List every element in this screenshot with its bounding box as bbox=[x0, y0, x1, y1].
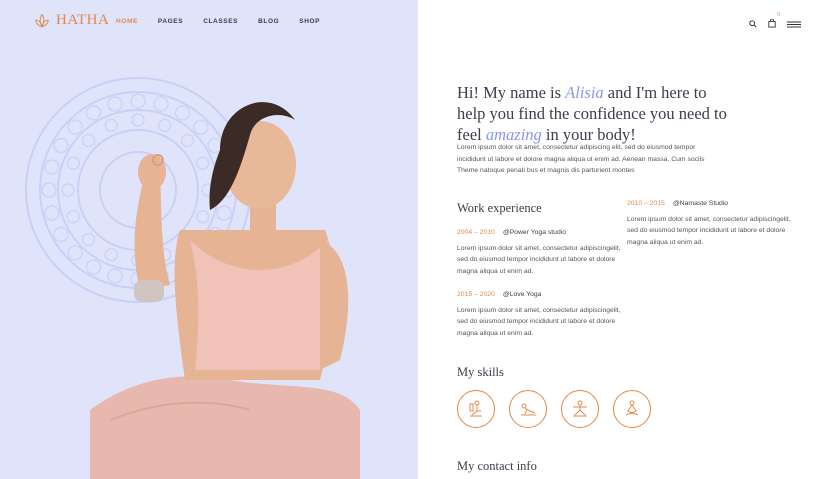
cart-button[interactable]: 0 bbox=[768, 12, 780, 33]
skills-list bbox=[457, 390, 651, 428]
experience-years: 2015 – 2020 bbox=[457, 291, 495, 298]
yoga-pose-meditation-icon bbox=[625, 400, 639, 416]
contact-info-title: My contact info bbox=[457, 459, 537, 473]
nav-item-classes[interactable]: CLASSES bbox=[203, 18, 238, 25]
yoga-pose-stretch-icon bbox=[521, 403, 536, 416]
bag-icon bbox=[768, 18, 776, 28]
hero-image-panel: HATHA HOME PAGES CLASSES BLOG SHOP bbox=[0, 0, 418, 479]
nav-item-home[interactable]: HOME bbox=[116, 18, 138, 25]
cart-count-badge: 0 bbox=[777, 12, 780, 18]
intro-text-part: Hi! My name is bbox=[457, 83, 566, 102]
yoga-pose-seated-icon bbox=[469, 400, 482, 417]
brand-logo[interactable]: HATHA bbox=[34, 12, 109, 29]
experience-place: @Namaste Studio bbox=[672, 200, 729, 207]
nav-item-shop[interactable]: SHOP bbox=[299, 18, 320, 25]
lotus-icon bbox=[34, 13, 50, 28]
work-experience-title: Work experience bbox=[457, 201, 542, 215]
skill-item[interactable] bbox=[561, 390, 599, 428]
experience-item: 2010 – 2015 @Namaste Studio Lorem ipsum d… bbox=[627, 198, 797, 248]
yoga-pose-warrior-icon bbox=[573, 400, 587, 417]
skill-item[interactable] bbox=[457, 390, 495, 428]
experience-item: 2004 – 2010 @Power Yoga studio Lorem ipsu… bbox=[457, 227, 627, 277]
skill-item[interactable] bbox=[509, 390, 547, 428]
search-icon[interactable] bbox=[749, 15, 757, 33]
experience-years: 2004 – 2010 bbox=[457, 229, 495, 236]
intro-description: Lorem ipsum dolor sit amet, consectetur … bbox=[457, 144, 705, 174]
profile-panel: 0 Hi! My name is Alisia and I'm here to … bbox=[418, 0, 835, 479]
experience-text: Lorem ipsum dolor sit amet, consectetur … bbox=[457, 306, 621, 337]
skill-item[interactable] bbox=[613, 390, 651, 428]
main-nav: HOME PAGES CLASSES BLOG SHOP bbox=[116, 18, 320, 25]
nav-item-blog[interactable]: BLOG bbox=[258, 18, 279, 25]
experience-text: Lorem ipsum dolor sit amet, consectetur … bbox=[627, 215, 791, 246]
hamburger-icon[interactable] bbox=[787, 15, 801, 33]
experience-text: Lorem ipsum dolor sit amet, consectetur … bbox=[457, 244, 621, 275]
intro-name: Alisia bbox=[565, 83, 604, 102]
experience-item: 2015 – 2020 @Love Yoga Lorem ipsum dolor … bbox=[457, 289, 627, 339]
experience-place: @Love Yoga bbox=[502, 291, 542, 298]
header-actions: 0 bbox=[749, 12, 801, 33]
brand-name: HATHA bbox=[56, 12, 110, 28]
yoga-woman-image bbox=[90, 102, 360, 479]
intro-heading: Hi! My name is Alisia and I'm here to he… bbox=[457, 82, 727, 145]
experience-place: @Power Yoga studio bbox=[502, 229, 567, 236]
skills-title: My skills bbox=[457, 365, 504, 379]
nav-item-pages[interactable]: PAGES bbox=[158, 18, 183, 25]
experience-years: 2010 – 2015 bbox=[627, 200, 665, 207]
